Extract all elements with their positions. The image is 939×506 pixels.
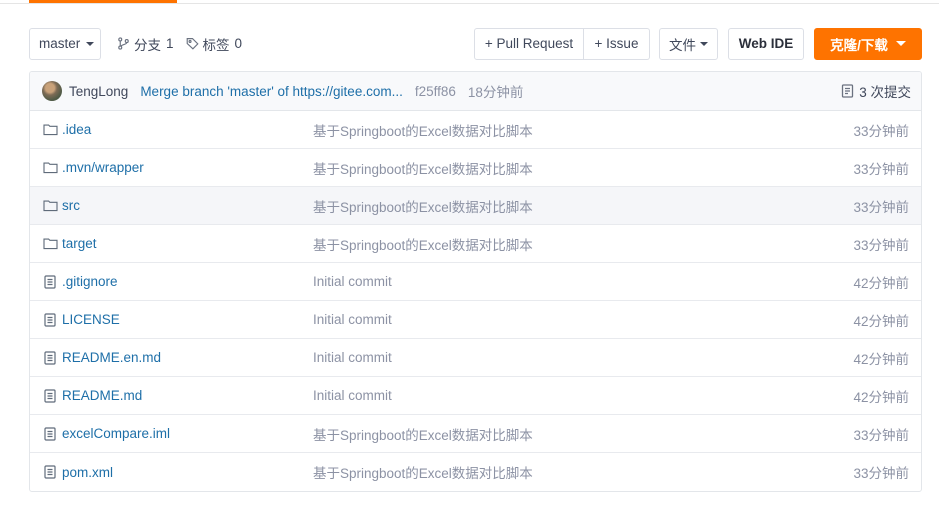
commit-time: 18分钟前: [467, 85, 524, 100]
file-name-link[interactable]: .idea: [62, 122, 313, 137]
file-name-link[interactable]: README.en.md: [62, 350, 313, 365]
chevron-down-icon: [700, 41, 708, 46]
commit-hash[interactable]: f25ff86: [415, 84, 456, 99]
file-name-link[interactable]: .gitignore: [62, 274, 313, 289]
commit-count-link[interactable]: 3 次提交: [841, 81, 911, 101]
tag-icon: [186, 38, 199, 50]
tags-count: 0: [234, 36, 243, 51]
avatar[interactable]: [42, 81, 62, 101]
file-name-link[interactable]: pom.xml: [62, 465, 313, 480]
file-commit-message[interactable]: 基于Springboot的Excel数据对比脚本: [313, 462, 853, 482]
file-commit-message[interactable]: Initial commit: [313, 274, 853, 289]
file-commit-time: 42分钟前: [853, 275, 909, 291]
file-menu-button[interactable]: 文件: [659, 27, 718, 60]
table-row[interactable]: README.md Initial commit 42分钟前: [30, 377, 921, 415]
new-issue-button[interactable]: + Issue: [584, 27, 650, 60]
file-commit-message[interactable]: 基于Springboot的Excel数据对比脚本: [313, 196, 853, 216]
folder-icon: [42, 236, 58, 252]
clone-download-label: 克隆/下载: [830, 37, 888, 53]
file-rows: .idea 基于Springboot的Excel数据对比脚本 33分钟前 .mvn/w…: [30, 111, 921, 491]
branch-icon: [118, 37, 129, 50]
table-row[interactable]: .idea 基于Springboot的Excel数据对比脚本 33分钟前: [30, 111, 921, 149]
latest-commit-bar: TengLong Merge branch 'master' of https:…: [30, 72, 921, 111]
commit-message[interactable]: Merge branch 'master' of https://gitee.c…: [140, 84, 403, 99]
table-row[interactable]: LICENSE Initial commit 42分钟前: [30, 301, 921, 339]
chevron-down-icon: [895, 41, 906, 46]
branches-count: 1: [166, 36, 174, 51]
web-ide-button[interactable]: Web IDE: [728, 27, 804, 60]
file-commit-message[interactable]: 基于Springboot的Excel数据对比脚本: [313, 424, 853, 444]
table-row[interactable]: .gitignore Initial commit 42分钟前: [30, 263, 921, 301]
file-list: TengLong Merge branch 'master' of https:…: [29, 71, 922, 492]
commit-author[interactable]: TengLong: [69, 84, 128, 99]
chevron-down-icon: [86, 41, 94, 46]
file-icon: [42, 464, 58, 480]
file-icon: [42, 350, 58, 366]
branches-label: 分支: [134, 37, 161, 53]
top-tab-strip: [0, 0, 939, 4]
branches-link[interactable]: 分支 1: [117, 34, 174, 54]
commit-count-label: 3 次提交: [859, 85, 911, 100]
file-commit-time: 42分钟前: [853, 313, 909, 329]
table-row[interactable]: src 基于Springboot的Excel数据对比脚本 33分钟前: [30, 187, 921, 225]
file-icon: [42, 426, 58, 442]
file-name-link[interactable]: src: [62, 198, 313, 213]
branch-select-label: master: [39, 36, 81, 51]
commits-icon: [842, 84, 854, 98]
tags-label: 标签: [202, 37, 230, 53]
table-row[interactable]: README.en.md Initial commit 42分钟前: [30, 339, 921, 377]
folder-icon: [42, 122, 58, 138]
repo-toolbar: master 分支 1 标签 0 + Pull Request + Issue …: [29, 27, 922, 60]
active-tab-indicator: [29, 0, 177, 3]
file-commit-time: 33分钟前: [853, 199, 909, 215]
pr-issue-group: + Pull Request + Issue: [474, 27, 650, 60]
file-commit-time: 33分钟前: [853, 161, 909, 177]
folder-icon: [42, 198, 58, 214]
file-commit-time: 42分钟前: [853, 389, 909, 405]
file-name-link[interactable]: .mvn/wrapper: [62, 160, 313, 175]
file-name-link[interactable]: README.md: [62, 388, 313, 403]
tags-link[interactable]: 标签 0: [186, 34, 243, 54]
file-commit-time: 33分钟前: [853, 237, 909, 253]
file-commit-message[interactable]: 基于Springboot的Excel数据对比脚本: [313, 158, 853, 178]
file-commit-message[interactable]: 基于Springboot的Excel数据对比脚本: [313, 234, 853, 254]
file-commit-message[interactable]: Initial commit: [313, 350, 853, 365]
file-commit-time: 33分钟前: [853, 466, 909, 481]
table-row[interactable]: pom.xml 基于Springboot的Excel数据对比脚本 33分钟前: [30, 453, 921, 491]
table-row[interactable]: .mvn/wrapper 基于Springboot的Excel数据对比脚本 33分钟…: [30, 149, 921, 187]
file-icon: [42, 274, 58, 290]
new-pull-request-button[interactable]: + Pull Request: [474, 27, 584, 60]
clone-download-button[interactable]: 克隆/下载: [814, 27, 922, 60]
file-commit-message[interactable]: Initial commit: [313, 312, 853, 327]
file-commit-time: 42分钟前: [853, 351, 909, 367]
table-row[interactable]: excelCompare.iml 基于Springboot的Excel数据对比脚本…: [30, 415, 921, 453]
folder-icon: [42, 160, 58, 176]
file-commit-time: 33分钟前: [853, 123, 909, 139]
table-row[interactable]: target 基于Springboot的Excel数据对比脚本 33分钟前: [30, 225, 921, 263]
file-name-link[interactable]: LICENSE: [62, 312, 313, 327]
file-commit-message[interactable]: Initial commit: [313, 388, 853, 403]
file-icon: [42, 388, 58, 404]
branch-select[interactable]: master: [29, 27, 101, 60]
file-commit-time: 33分钟前: [853, 427, 909, 443]
file-menu-label: 文件: [669, 37, 696, 53]
file-commit-message[interactable]: 基于Springboot的Excel数据对比脚本: [313, 120, 853, 140]
file-name-link[interactable]: target: [62, 236, 313, 251]
file-name-link[interactable]: excelCompare.iml: [62, 426, 313, 441]
file-icon: [42, 312, 58, 328]
